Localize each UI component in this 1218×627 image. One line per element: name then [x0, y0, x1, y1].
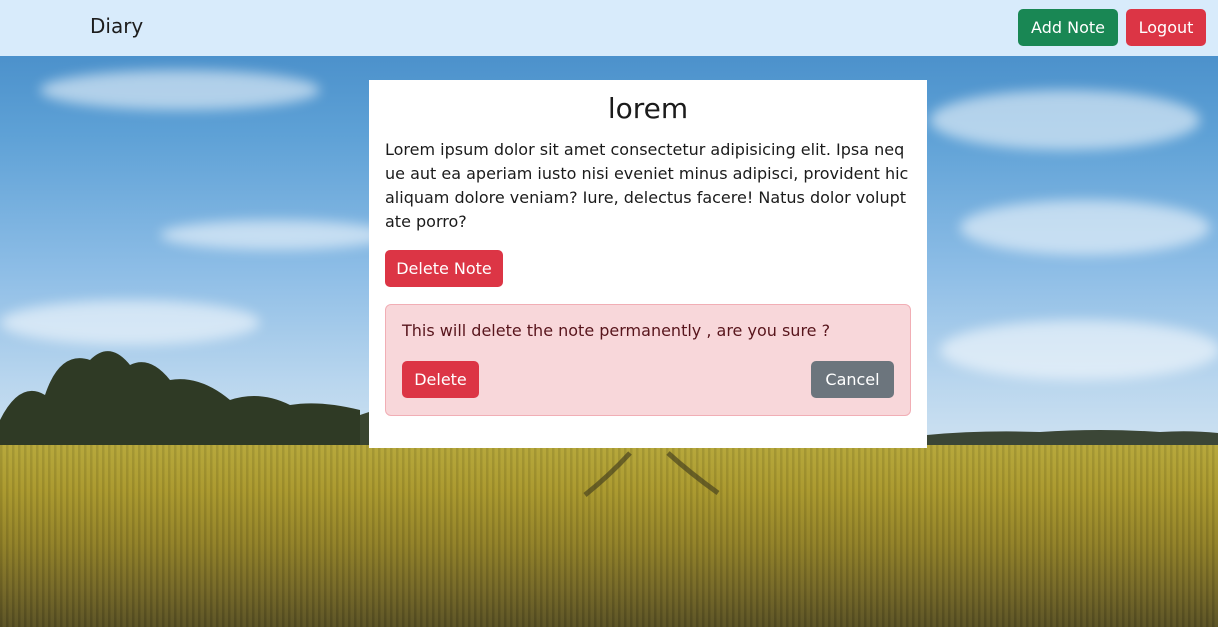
navbar: Diary Add Note Logout [0, 0, 1218, 56]
cloud [40, 70, 320, 110]
logout-button[interactable]: Logout [1126, 9, 1206, 46]
cloud [0, 300, 260, 345]
add-note-button[interactable]: Add Note [1018, 9, 1118, 46]
confirm-delete-button[interactable]: Delete [402, 361, 479, 398]
brand-logo[interactable]: Diary [90, 14, 143, 38]
note-body: Lorem ipsum dolor sit amet consectetur a… [385, 140, 909, 231]
note-title: lorem [607, 92, 689, 125]
cloud [930, 90, 1200, 150]
cloud [960, 200, 1210, 255]
field-tracks [583, 451, 720, 497]
page: Diary Add Note Logout lorem Lorem ipsum … [0, 0, 1218, 627]
delete-confirm-message: This will delete the note permanently , … [402, 321, 831, 340]
cloud [160, 220, 390, 250]
cancel-button[interactable]: Cancel [811, 361, 894, 398]
delete-note-button[interactable]: Delete Note [385, 250, 503, 287]
